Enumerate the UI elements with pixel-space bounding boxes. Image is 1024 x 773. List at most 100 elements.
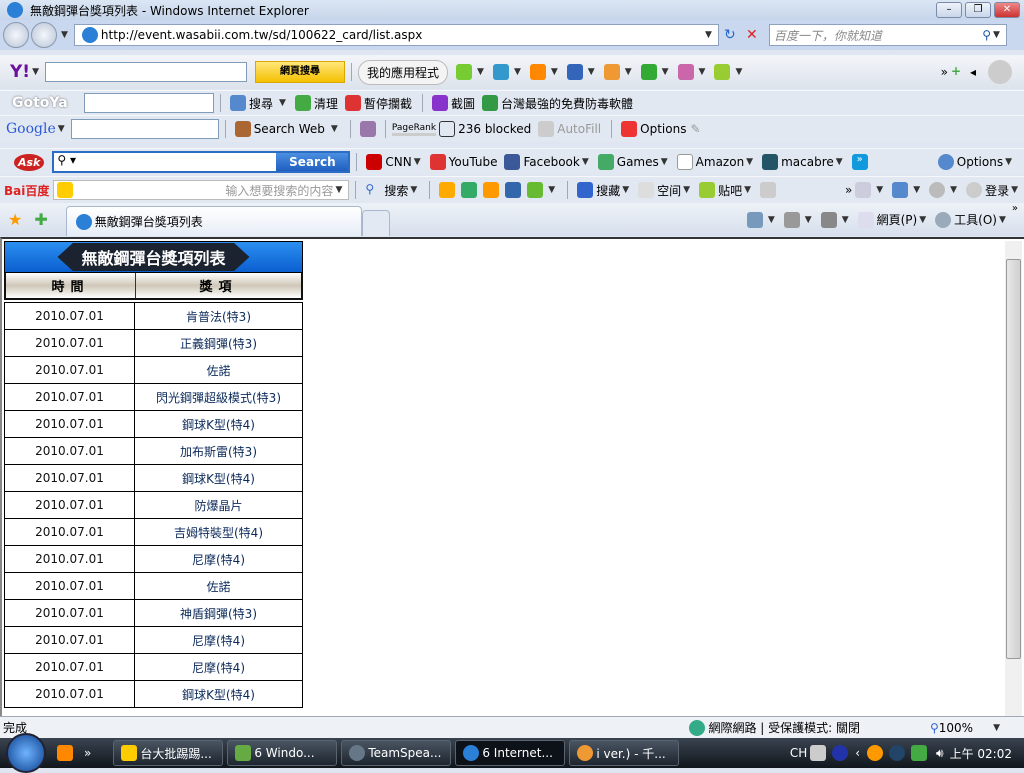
more-chevron-icon[interactable]: » [851, 154, 868, 170]
add-icon[interactable]: + [951, 64, 967, 80]
autofill-button[interactable]: AutoFill [557, 122, 601, 136]
shopping-icon[interactable] [677, 64, 694, 80]
add-favorites-icon[interactable]: ✚ [34, 210, 47, 229]
yahoo-search-button[interactable]: 網頁搜尋 [255, 61, 345, 83]
keyboard-icon[interactable] [810, 745, 827, 761]
baidu-search-button[interactable]: 搜索 [384, 182, 408, 199]
forward-button[interactable] [31, 22, 57, 48]
baidu-search-input[interactable]: 输入想要搜索的内容 ▼ [53, 180, 350, 200]
collect-button[interactable]: 搜藏 [596, 182, 620, 199]
feeds-icon[interactable] [783, 211, 800, 228]
ask-search-button[interactable]: Search [276, 153, 349, 171]
yahoo-logo[interactable]: Y! [10, 62, 30, 82]
music-icon[interactable] [439, 182, 456, 198]
quicklaunch-more-icon[interactable]: » [84, 746, 91, 760]
vertical-scrollbar[interactable] [1005, 241, 1022, 716]
help-icon[interactable] [832, 745, 849, 761]
search-icon[interactable]: ⚲ [982, 28, 991, 42]
search-web-button[interactable]: Search Web [254, 122, 325, 136]
start-button[interactable] [6, 733, 46, 773]
my-apps-button[interactable]: 我的應用程式 [358, 59, 449, 85]
stop-icon[interactable]: ✕ [744, 27, 760, 43]
page-menu[interactable]: 網頁(P) [877, 211, 918, 228]
ask-options-button[interactable]: Options [957, 155, 1003, 169]
clean-button[interactable]: 清理 [314, 95, 338, 112]
star-app-icon[interactable] [640, 64, 657, 80]
favorites-star-icon[interactable]: ★ [8, 210, 22, 229]
scrollbar-thumb[interactable] [1006, 259, 1021, 659]
popup-blocked-count[interactable]: 236 blocked [458, 122, 531, 136]
add-icon[interactable] [855, 182, 872, 198]
address-dropdown[interactable]: ▼ [705, 30, 712, 40]
new-tab-button[interactable] [361, 210, 390, 236]
search-dropdown[interactable]: ▼ [993, 30, 1000, 40]
grid-icon[interactable] [892, 182, 909, 198]
scroll-left-icon[interactable]: ◂ [970, 65, 976, 79]
task-internet-explorer[interactable]: 6 Internet... [455, 740, 566, 766]
address-field[interactable]: http://event.wasabii.com.tw/sd/100622_ca… [73, 24, 719, 46]
antivirus-link[interactable]: 台灣最強的免費防毒軟體 [501, 95, 633, 112]
back-button[interactable] [3, 22, 29, 48]
tray-expand-icon[interactable]: ‹ [855, 746, 860, 760]
youtube-link[interactable]: YouTube [449, 155, 498, 169]
more-chevron-icon[interactable]: » [941, 65, 948, 79]
google-options-button[interactable]: Options [640, 122, 686, 136]
ask-search-input[interactable]: ⚲ ▾ [54, 153, 277, 171]
more-chevron-icon[interactable]: » [1012, 203, 1018, 214]
yahoo-dropdown[interactable]: ▼ [32, 67, 39, 77]
clock[interactable]: 上午 02:02 [950, 745, 1012, 762]
video-icon[interactable] [505, 182, 522, 198]
bookmark-add-icon[interactable] [456, 64, 473, 80]
space-button[interactable]: 空间 [657, 182, 681, 199]
gotoya-search-input[interactable] [84, 93, 214, 113]
tools-menu[interactable]: 工具(O) [954, 211, 997, 228]
language-indicator[interactable]: CH [790, 746, 807, 760]
hot-list-icon[interactable] [57, 182, 74, 198]
login-button[interactable]: 登录 [985, 182, 1009, 199]
tieba-button[interactable]: 贴吧 [718, 182, 742, 199]
news-icon[interactable] [359, 121, 376, 137]
task-ptt[interactable]: 台大批踢踢... [113, 740, 224, 766]
google-search-input[interactable] [70, 119, 219, 139]
minimize-button[interactable]: – [936, 2, 962, 18]
image-icon[interactable] [461, 182, 478, 198]
yahoo-search-input[interactable] [45, 62, 247, 82]
gear-icon[interactable] [929, 182, 946, 198]
pause-block-button[interactable]: 暫停攔截 [364, 95, 412, 112]
map-icon[interactable] [527, 182, 544, 198]
tab-active[interactable]: 無敵鋼彈台獎項列表 [65, 206, 362, 236]
notes-icon[interactable] [492, 64, 509, 80]
amazon-link[interactable]: Amazon [696, 155, 745, 169]
refresh-icon[interactable]: ↻ [722, 27, 738, 43]
close-button[interactable]: ✕ [994, 2, 1020, 18]
google-logo[interactable]: Google [6, 121, 56, 137]
settings-gear-icon[interactable] [988, 60, 1012, 84]
home-icon[interactable] [746, 211, 763, 228]
book-icon[interactable] [714, 64, 731, 80]
pencil-icon[interactable]: ✎ [690, 122, 700, 136]
zhidao-icon[interactable] [483, 182, 500, 198]
gotoya-search-button[interactable]: 搜尋 [249, 95, 273, 112]
task-teamspeak[interactable]: TeamSpea... [341, 740, 452, 766]
tray-app-icon[interactable] [867, 745, 884, 761]
network-icon[interactable] [911, 745, 928, 761]
macabre-link[interactable]: macabre [781, 155, 834, 169]
restore-button[interactable]: ❐ [965, 2, 991, 18]
auction-icon[interactable] [603, 64, 620, 80]
security-zone[interactable]: 網際網路 | 受保護模式: 關閉 [708, 719, 860, 736]
hi-icon[interactable] [760, 182, 777, 198]
cnn-link[interactable]: CNN [385, 155, 411, 169]
zoom-level[interactable]: 100% [939, 721, 973, 735]
print-icon[interactable] [820, 211, 837, 228]
more-chevron-icon[interactable]: » [845, 183, 852, 197]
games-link[interactable]: Games [617, 155, 659, 169]
search-box[interactable]: 百度一下，你就知道 ⚲ ▼ [768, 24, 1007, 46]
tray-app2-icon[interactable] [889, 745, 906, 761]
media-player-icon[interactable] [57, 745, 73, 761]
task-other[interactable]: i ver.) - 千... [569, 740, 680, 766]
facebook-link[interactable]: Facebook [523, 155, 579, 169]
history-dropdown[interactable]: ▼ [61, 30, 68, 40]
task-windows[interactable]: 6 Windo... [227, 740, 338, 766]
capture-button[interactable]: 截圖 [451, 95, 475, 112]
volume-icon[interactable]: 🔊︎ [936, 746, 944, 761]
